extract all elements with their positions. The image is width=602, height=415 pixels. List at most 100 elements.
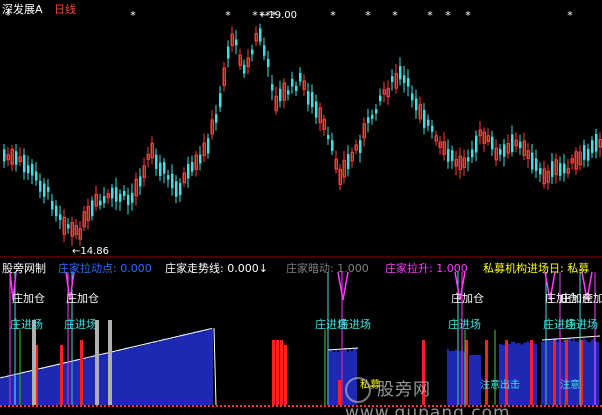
- candle-body-118: [475, 135, 478, 153]
- candle-body-100: [403, 75, 406, 83]
- stock-chart-window: 深发展A 日线 ←19.00 ←14.86 * * * * * * * * * * * * * * 股旁网…: [0, 0, 602, 415]
- candle-body-91: [367, 117, 370, 124]
- candle-body-107: [431, 125, 434, 132]
- candle-body-40: [163, 162, 166, 174]
- candle-body-42: [171, 173, 174, 189]
- candle-body-134: [539, 168, 542, 175]
- watermark-logo-icon: [345, 377, 371, 403]
- indicator-item-rally: 庄家拉升: 1.000: [385, 262, 468, 275]
- red-spike-1: [60, 345, 63, 405]
- top-marker-11: *: [445, 9, 451, 22]
- candle-body-62: [251, 49, 254, 55]
- candle-body-101: [407, 78, 410, 87]
- candle-body-49: [199, 154, 202, 164]
- candle-body-60: [243, 64, 246, 74]
- candle-body-99: [399, 66, 402, 80]
- candle-body-44: [179, 183, 182, 196]
- candle-body-9: [39, 181, 42, 192]
- chart-canvas[interactable]: * * * * * * * * * * * * * *: [0, 0, 602, 415]
- candle-body-146: [587, 148, 590, 161]
- top-marker-2: *: [225, 9, 231, 22]
- candle-body-137: [551, 161, 554, 177]
- candle-body-8: [35, 171, 38, 181]
- candle-body-97: [391, 76, 394, 83]
- red-spike-5: [280, 340, 283, 405]
- candle-body-16: [67, 224, 70, 229]
- candle-body-86: [347, 154, 350, 170]
- candle-body-43: [175, 181, 178, 197]
- candle-body-54: [219, 93, 222, 108]
- top-marker-10: *: [427, 9, 433, 22]
- candle-body-127: [511, 134, 514, 153]
- candle-body-31: [127, 194, 130, 206]
- indicator-item-trend-line: 庄家走势线: 0.000↓: [165, 262, 268, 275]
- signal-add-2: 庄加仓: [66, 292, 99, 305]
- candle-body-74: [299, 72, 302, 82]
- candle-body-12: [51, 200, 54, 210]
- candle-body-77: [311, 92, 314, 107]
- candle-body-66: [267, 58, 270, 68]
- candle-body-112: [451, 150, 454, 162]
- signal-enter-4: 庄进场: [338, 318, 371, 331]
- candle-body-14: [59, 214, 62, 221]
- candle-body-81: [327, 135, 330, 140]
- signal-enter-1: 庄进场: [10, 318, 43, 331]
- rally-marker-2: [337, 271, 349, 301]
- indicator-item-hidden-move: 庄家暗动: 1.000: [286, 262, 369, 275]
- red-spike-7: [338, 380, 341, 405]
- candle-body-76: [307, 91, 310, 105]
- grey-bar-0: [95, 320, 99, 405]
- top-marker-9: *: [392, 9, 398, 22]
- top-marker-8: *: [365, 9, 371, 22]
- candle-body-147: [591, 140, 594, 153]
- trend-drop-1: [213, 327, 217, 406]
- top-marker-7: *: [330, 9, 336, 22]
- candle-body-139: [559, 163, 562, 176]
- candle-body-22: [91, 200, 94, 217]
- candle-body-51: [207, 138, 210, 154]
- grey-bar-1: [108, 320, 112, 405]
- candle-body-102: [411, 93, 414, 101]
- candle-body-94: [379, 95, 382, 102]
- indicator-item-private-entry: 私募机构进场日: 私募: [483, 262, 590, 275]
- indicator-name: 股旁网制: [2, 262, 46, 275]
- candle-body-56: [227, 46, 230, 59]
- indicator-item-pull-point: 庄家拉动点: 0.000: [58, 262, 152, 275]
- candle-body-125: [503, 144, 506, 157]
- candle-body-89: [359, 140, 362, 153]
- candle-body-5: [23, 154, 26, 173]
- red-spike-2: [80, 340, 83, 405]
- candle-body-30: [123, 191, 126, 196]
- candle-body-39: [159, 162, 162, 176]
- candle-body-67: [271, 84, 274, 91]
- candle-body-116: [467, 157, 470, 162]
- candle-body-129: [519, 141, 522, 149]
- candle-body-122: [491, 136, 494, 150]
- candle-body-41: [167, 175, 170, 180]
- candle-body-140: [563, 163, 566, 174]
- top-marker-0: *: [5, 9, 11, 22]
- candle-body-93: [375, 109, 378, 114]
- candle-body-10: [43, 183, 46, 197]
- top-marker-6: *: [271, 9, 277, 22]
- top-marker-12: *: [465, 9, 471, 22]
- candle-body-105: [423, 109, 426, 128]
- watermark: 股旁网 www.gupang.com: [345, 375, 602, 415]
- candle-body-145: [583, 145, 586, 160]
- candle-body-82: [331, 140, 334, 152]
- candle-body-46: [187, 164, 190, 179]
- candle-body-0: [3, 149, 6, 162]
- candle-body-117: [471, 149, 474, 158]
- candle-body-71: [287, 90, 290, 95]
- trend-line-3: [541, 335, 601, 341]
- signal-enter-2: 庄进场: [64, 318, 97, 331]
- grey-bar-2: [32, 320, 36, 405]
- red-spike-6: [284, 345, 287, 405]
- candle-body-132: [531, 152, 534, 170]
- candle-body-58: [235, 39, 238, 46]
- signal-enter-5: 庄进场: [448, 318, 481, 331]
- top-marker-13: *: [567, 9, 573, 22]
- top-marker-1: *: [130, 9, 136, 22]
- candle-body-92: [371, 114, 374, 119]
- candle-body-11: [47, 187, 50, 192]
